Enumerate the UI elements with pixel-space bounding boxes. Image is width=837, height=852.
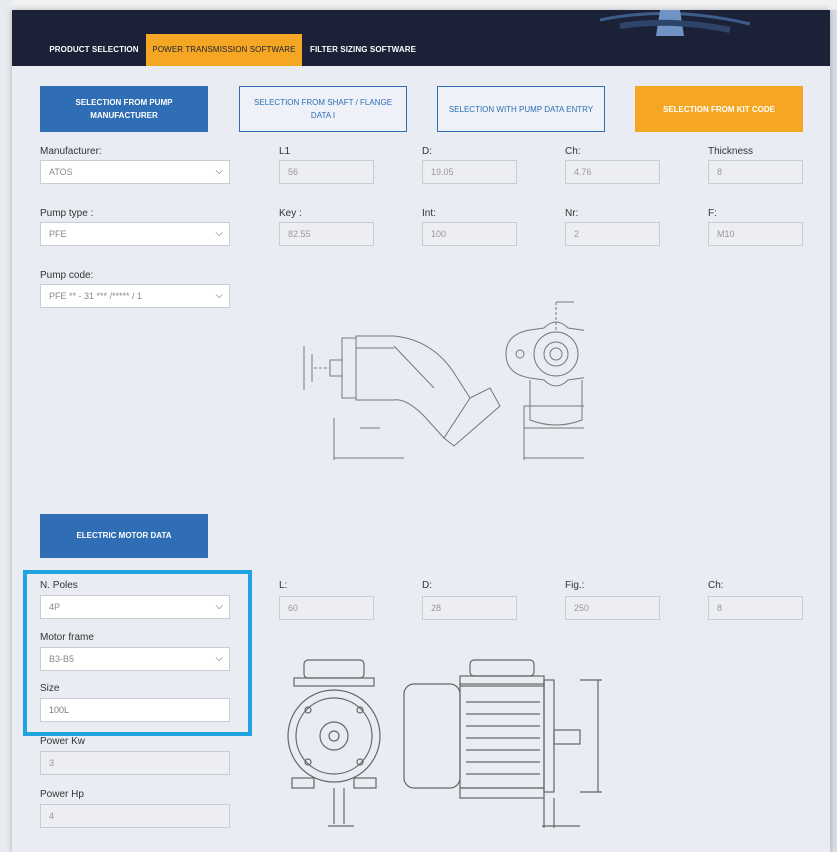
- window-top-strip: [0, 0, 837, 10]
- nr-field: 2: [565, 222, 660, 246]
- power-kw-field: 3: [40, 751, 230, 775]
- motor-fig-field: 250: [565, 596, 660, 620]
- motor-ch-label: Ch:: [708, 580, 724, 591]
- thickness-label: Thickness: [708, 146, 754, 157]
- int-label: Int:: [422, 208, 436, 219]
- pump-code-label: Pump code:: [40, 270, 94, 281]
- d-field: 19.05: [422, 160, 517, 184]
- top-navbar: PRODUCT SELECTION POWER TRANSMISSION SOF…: [12, 10, 830, 66]
- manufacturer-label: Manufacturer:: [40, 146, 102, 157]
- nr-label: Nr:: [565, 208, 579, 219]
- tab-filter-sizing-software[interactable]: FILTER SIZING SOFTWARE: [304, 34, 422, 66]
- pump-code-select[interactable]: PFE ** - 31 *** /***** / 1 ⌵: [40, 284, 230, 308]
- f-label: F:: [708, 208, 717, 219]
- d-label: D:: [422, 146, 432, 157]
- selection-from-pump-manufacturer-button[interactable]: SELECTION FROM PUMP MANUFACTURER: [40, 86, 208, 132]
- motor-ch-field: 8: [708, 596, 803, 620]
- pump-code-value: PFE ** - 31 *** /***** / 1: [49, 291, 143, 301]
- int-field: 100: [422, 222, 517, 246]
- motor-d-field: 28: [422, 596, 517, 620]
- power-hp-label: Power Hp: [40, 789, 84, 800]
- pump-drawing: [303, 301, 584, 460]
- highlight-box: [23, 570, 252, 736]
- motor-l-field: 60: [279, 596, 374, 620]
- main-content: SELECTION FROM PUMP MANUFACTURER SELECTI…: [12, 66, 830, 852]
- chevron-down-icon: ⌵: [215, 166, 223, 177]
- power-kw-label: Power Kw: [40, 736, 86, 747]
- chevron-down-icon: ⌵: [215, 290, 223, 301]
- electric-motor-data-tab[interactable]: ELECTRIC MOTOR DATA: [40, 514, 208, 558]
- motor-d-label: D:: [422, 580, 432, 591]
- l1-label: L1: [279, 146, 291, 157]
- manufacturer-value: ATOS: [49, 167, 73, 177]
- nav-tabs: PRODUCT SELECTION POWER TRANSMISSION SOF…: [12, 34, 830, 66]
- l1-field: 56: [279, 160, 374, 184]
- ch-field: 4.76: [565, 160, 660, 184]
- pump-type-label: Pump type :: [40, 208, 94, 219]
- chevron-down-icon: ⌵: [215, 228, 223, 239]
- pump-type-select[interactable]: PFE ⌵: [40, 222, 230, 246]
- power-hp-field: 4: [40, 804, 230, 828]
- motor-l-label: L:: [279, 580, 288, 591]
- tab-product-selection[interactable]: PRODUCT SELECTION: [42, 34, 146, 66]
- ch-label: Ch:: [565, 146, 581, 157]
- f-field: M10: [708, 222, 803, 246]
- selection-with-pump-data-entry-button[interactable]: SELECTION WITH PUMP DATA ENTRY: [437, 86, 605, 132]
- page-panel: PRODUCT SELECTION POWER TRANSMISSION SOF…: [12, 10, 830, 852]
- key-label: Key :: [279, 208, 302, 219]
- window-left-strip: [0, 0, 12, 852]
- motor-drawing: [287, 659, 602, 828]
- pump-type-value: PFE: [49, 229, 67, 239]
- thickness-field: 8: [708, 160, 803, 184]
- selection-from-kit-code-button[interactable]: SELECTION FROM KIT CODE: [635, 86, 803, 132]
- motor-fig-label: Fig.:: [565, 580, 585, 591]
- selection-from-shaft-flange-button[interactable]: SELECTION FROM SHAFT / FLANGE DATA I: [239, 86, 407, 132]
- manufacturer-select[interactable]: ATOS ⌵: [40, 160, 230, 184]
- key-field: 82.55: [279, 222, 374, 246]
- tab-power-transmission-software[interactable]: POWER TRANSMISSION SOFTWARE: [146, 34, 302, 66]
